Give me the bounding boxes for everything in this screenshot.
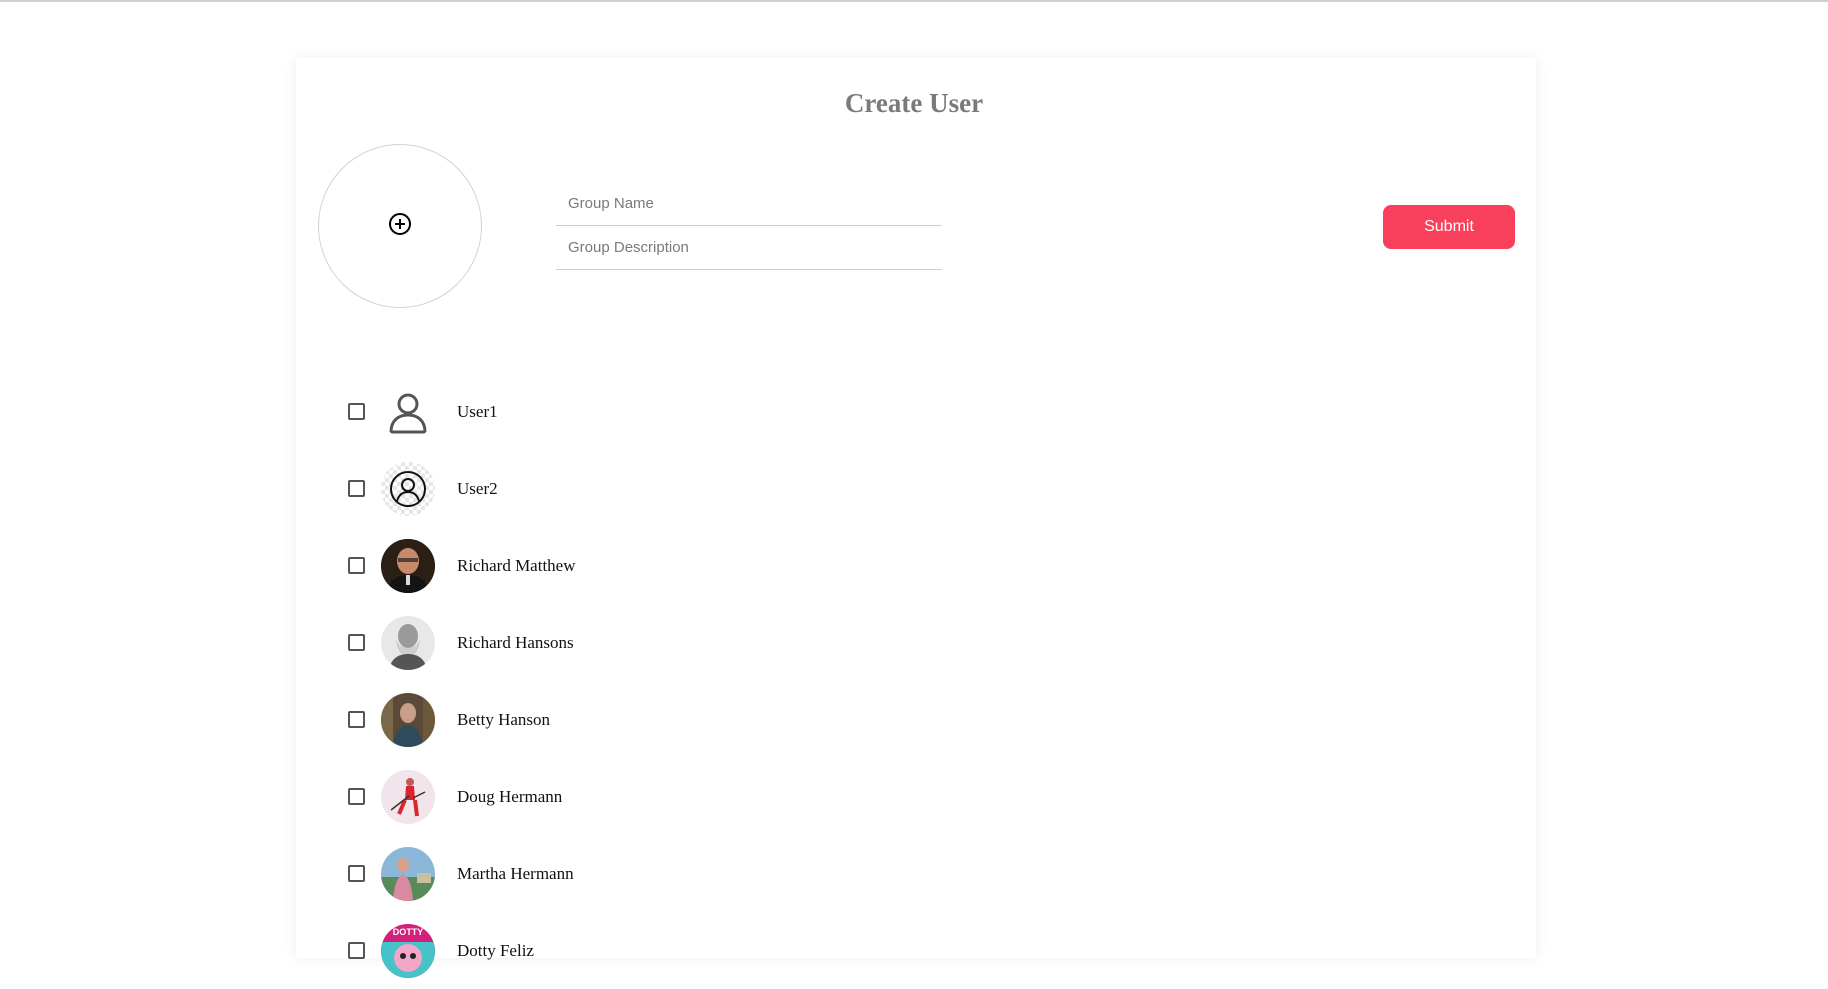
avatar <box>381 692 435 747</box>
user-row: User2 <box>346 450 1246 527</box>
group-name-input[interactable] <box>556 182 942 226</box>
avatar-text: DOTTY <box>392 926 424 937</box>
user-name: Doug Hermann <box>457 786 563 806</box>
page-title: Create User <box>844 88 984 118</box>
add-circle-icon <box>388 212 412 241</box>
user-name: Betty Hanson <box>457 709 551 729</box>
user-checkbox[interactable] <box>348 788 365 805</box>
user-name: Dotty Feliz <box>457 940 534 960</box>
person-circle-icon <box>381 461 435 516</box>
user-checkbox[interactable] <box>348 711 365 728</box>
user-name: Richard Hansons <box>457 632 574 652</box>
avatar: DOTTY <box>381 923 435 978</box>
user-row: Betty Hanson <box>346 681 1246 758</box>
submit-button[interactable]: Submit <box>1383 205 1515 249</box>
avatar <box>381 769 435 824</box>
user-row: DOTTY Dotty Feliz <box>346 912 1246 989</box>
user-row: Richard Matthew <box>346 527 1246 604</box>
avatar <box>381 538 435 593</box>
user-checkbox[interactable] <box>348 403 365 420</box>
avatar <box>381 615 435 670</box>
user-checkbox[interactable] <box>348 942 365 959</box>
group-image-upload[interactable] <box>318 144 482 308</box>
user-name: Richard Matthew <box>457 555 576 575</box>
group-description-input[interactable] <box>556 226 942 270</box>
user-row: Richard Hansons <box>346 604 1246 681</box>
user-checkbox[interactable] <box>348 865 365 882</box>
user-row: Martha Hermann <box>346 835 1246 912</box>
user-name: User1 <box>457 401 498 421</box>
user-row: Doug Hermann <box>346 758 1246 835</box>
user-checkbox[interactable] <box>348 557 365 574</box>
avatar <box>381 846 435 901</box>
top-divider <box>0 0 1828 2</box>
person-outline-icon <box>381 385 435 439</box>
user-row: User1 <box>346 373 1246 450</box>
user-name: Martha Hermann <box>457 863 574 883</box>
user-checkbox[interactable] <box>348 480 365 497</box>
user-list: User1 User2 Richard Matthew Richard Hans… <box>346 373 1246 989</box>
user-name: User2 <box>457 478 498 498</box>
user-checkbox[interactable] <box>348 634 365 651</box>
